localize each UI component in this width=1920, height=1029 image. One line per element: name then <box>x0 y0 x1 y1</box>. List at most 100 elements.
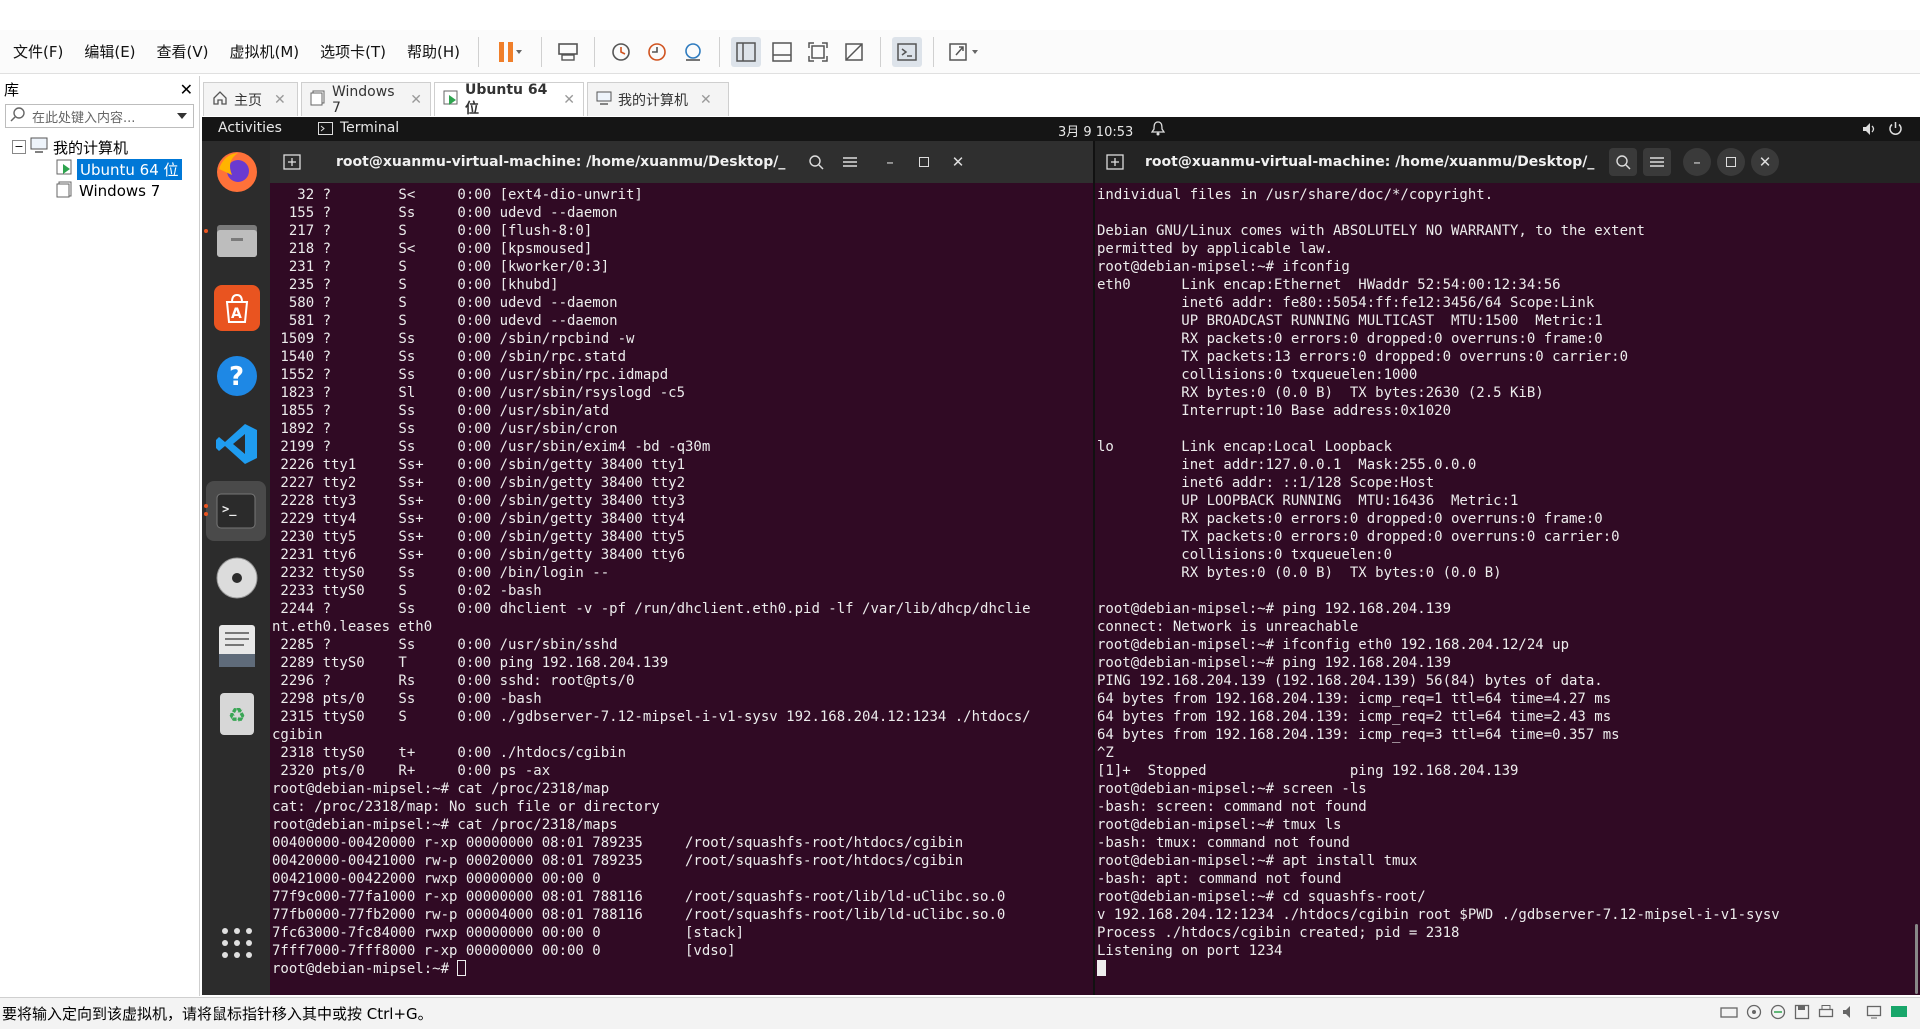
unity-mode-icon[interactable] <box>839 37 869 67</box>
app-menu[interactable]: Terminal <box>340 120 399 136</box>
volume-icon[interactable] <box>1862 122 1878 140</box>
terminal-line: 2289 ttyS0 T 0:00 ping 192.168.204.139 <box>272 655 669 671</box>
svg-text:A: A <box>231 306 242 322</box>
menu-view[interactable]: 查看(V) <box>149 41 217 62</box>
search-icon[interactable] <box>802 148 830 176</box>
files-icon[interactable] <box>214 217 260 263</box>
text-cursor <box>457 960 467 976</box>
close-icon[interactable]: ✕ <box>1751 148 1779 176</box>
terminal-line: root@debian-mipsel:~# ifconfig eth0 192.… <box>1097 637 1570 653</box>
terminal-line: 2229 tty4 Ss+ 0:00 /sbin/getty 38400 tty… <box>272 511 686 527</box>
vm-console[interactable]: Activities Terminal 3月 9 10:53 A ? >_ ♻ … <box>202 117 1920 995</box>
help-icon[interactable]: ? <box>214 353 260 399</box>
send-ctrl-alt-del-icon[interactable] <box>553 37 583 67</box>
terminal-line: ^Z <box>1097 745 1114 761</box>
terminal-line: root@debian-mipsel:~# ifconfig <box>1097 259 1350 275</box>
full-screen-icon[interactable] <box>803 37 833 67</box>
clock[interactable]: 3月 9 10:53 <box>1058 121 1133 140</box>
tree-root[interactable]: − 我的计算机 <box>4 136 199 158</box>
new-tab-icon[interactable] <box>1101 148 1129 176</box>
thumbnail-bar-icon[interactable] <box>767 37 797 67</box>
terminal-line: root@debian-mipsel:~# <box>272 960 1093 978</box>
activities-button[interactable]: Activities <box>218 120 282 136</box>
trash-icon[interactable]: ♻ <box>214 691 260 737</box>
terminal-line: 64 bytes from 192.168.204.139: icmp_req=… <box>1097 727 1620 743</box>
running-indicator <box>204 504 208 508</box>
hard-disk-icon[interactable] <box>1720 1004 1738 1024</box>
terminal-output[interactable]: 32 ? S< 0:00 [ext4-dio-unwrit] 155 ? Ss … <box>270 183 1093 978</box>
show-library-icon[interactable] <box>731 36 762 67</box>
terminal-line: collisions:0 txqueuelen:0 <box>1097 547 1393 563</box>
close-icon[interactable]: ✕ <box>180 80 193 99</box>
snapshot-icon[interactable] <box>606 37 636 67</box>
message-icon[interactable] <box>1890 1004 1908 1024</box>
terminal-line: 2298 pts/0 Ss 0:00 -bash <box>272 691 542 707</box>
printer-icon[interactable] <box>1818 1004 1834 1024</box>
terminal-app-icon <box>318 122 333 139</box>
revert-snapshot-icon[interactable] <box>642 37 672 67</box>
tab-windows7[interactable]: Windows 7 ✕ <box>301 82 431 116</box>
minimize-icon[interactable]: – <box>1683 148 1711 176</box>
terminal-line <box>1097 960 1920 978</box>
menu-vm[interactable]: 虚拟机(M) <box>222 41 308 62</box>
display-icon[interactable] <box>1866 1004 1882 1024</box>
search-icon[interactable] <box>1609 148 1637 176</box>
floppy-icon[interactable] <box>1794 1004 1810 1024</box>
pause-icon[interactable] <box>490 37 530 67</box>
close-icon[interactable]: ✕ <box>410 92 422 108</box>
library-search-input[interactable]: 在此处键入内容... <box>5 104 194 128</box>
menu-tabs[interactable]: 选项卡(T) <box>312 41 394 62</box>
bell-icon[interactable] <box>1150 121 1166 140</box>
maximize-icon[interactable] <box>910 148 938 176</box>
terminal-line: root@debian-mipsel:~# screen -ls <box>1097 781 1367 797</box>
new-tab-icon[interactable] <box>278 148 306 176</box>
terminal-line: 2232 ttyS0 Ss 0:00 /bin/login -- <box>272 565 610 581</box>
left-terminal-window[interactable]: root@xuanmu-virtual-machine: /home/xuanm… <box>270 141 1093 995</box>
terminal-line: root@debian-mipsel:~# ping 192.168.204.1… <box>1097 655 1452 671</box>
close-icon[interactable]: ✕ <box>944 148 972 176</box>
terminal-icon[interactable]: >_ <box>206 481 266 541</box>
terminal-line: UP BROADCAST RUNNING MULTICAST MTU:1500 … <box>1097 313 1603 329</box>
hamburger-menu-icon[interactable] <box>836 148 864 176</box>
close-icon[interactable]: ✕ <box>563 92 575 108</box>
app-grid-icon[interactable] <box>214 920 260 966</box>
cd-icon[interactable] <box>1746 1004 1762 1024</box>
collapse-icon[interactable]: − <box>12 140 26 154</box>
toolbar-separator <box>594 36 596 67</box>
vscode-icon[interactable] <box>214 421 260 467</box>
terminal-line: cgibin <box>272 727 323 743</box>
terminal-line: 00420000-00421000 rw-p 00020000 08:01 78… <box>272 853 964 869</box>
sound-icon[interactable] <box>1842 1004 1858 1024</box>
terminal-output[interactable]: individual files in /usr/share/doc/*/cop… <box>1095 183 1920 978</box>
maximize-icon[interactable] <box>1717 148 1745 176</box>
minimize-icon[interactable]: – <box>876 148 904 176</box>
tab-my-computer[interactable]: 我的计算机 ✕ <box>587 82 729 116</box>
terminal-line: v 192.168.204.12:1234 ./htdocs/cgibin ro… <box>1097 907 1780 923</box>
terminal-line: collisions:0 txqueuelen:1000 <box>1097 367 1418 383</box>
text-editor-icon[interactable] <box>214 623 260 669</box>
menu-file[interactable]: 文件(F) <box>5 41 71 62</box>
tab-ubuntu[interactable]: Ubuntu 64 位 ✕ <box>434 82 584 117</box>
tab-home[interactable]: 主页 ✕ <box>203 82 298 116</box>
power-icon[interactable] <box>1888 121 1903 140</box>
firefox-icon[interactable] <box>214 149 260 195</box>
snapshot-manager-icon[interactable] <box>678 37 708 67</box>
stretch-guest-icon[interactable] <box>945 37 985 67</box>
menu-help[interactable]: 帮助(H) <box>399 41 468 62</box>
terminal-title: root@xuanmu-virtual-machine: /home/xuanm… <box>336 154 786 170</box>
menu-edit[interactable]: 编辑(E) <box>76 41 143 62</box>
dvd-icon[interactable] <box>214 555 260 601</box>
running-indicator <box>204 512 208 516</box>
hamburger-menu-icon[interactable] <box>1643 148 1671 176</box>
tree-item-ubuntu[interactable]: Ubuntu 64 位 <box>56 158 199 180</box>
scrollbar[interactable] <box>1915 924 1918 994</box>
software-icon[interactable]: A <box>214 285 260 331</box>
network-icon[interactable] <box>1770 1004 1786 1024</box>
terminal-line: 1823 ? Sl 0:00 /usr/sbin/rsyslogd -c5 <box>272 385 686 401</box>
chevron-down-icon[interactable] <box>176 109 193 124</box>
close-icon[interactable]: ✕ <box>700 92 712 108</box>
close-icon[interactable]: ✕ <box>274 92 286 108</box>
tree-item-windows7[interactable]: Windows 7 <box>56 180 199 202</box>
right-terminal-window[interactable]: root@xuanmu-virtual-machine: /home/xuanm… <box>1095 141 1920 995</box>
console-view-icon[interactable] <box>892 36 923 67</box>
